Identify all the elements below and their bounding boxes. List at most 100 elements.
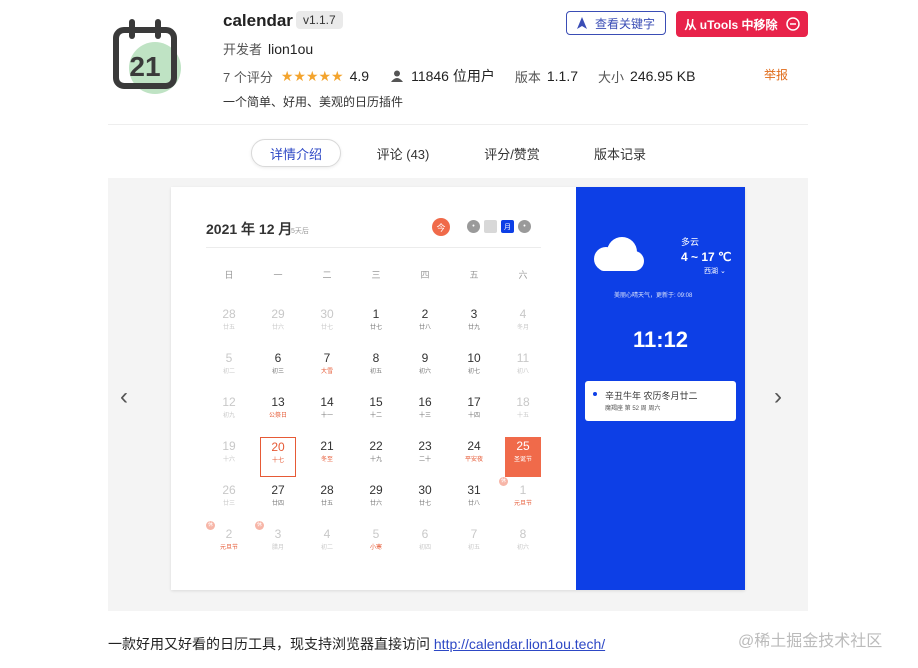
today-button: 今 [432, 218, 450, 236]
lunar-label: 初六 [418, 369, 431, 375]
version-badge: v1.1.7 [296, 11, 343, 29]
tab-details[interactable]: 详情介绍 [251, 139, 341, 167]
day-number: 22 [369, 439, 383, 453]
calendar-day[interactable]: 26 廿三 [211, 481, 247, 521]
lunar-label: 十四 [467, 413, 480, 419]
icon-number: 21 [129, 51, 160, 82]
footer-text: 一款好用又好看的日历工具，现支持浏览器直接访问 [108, 636, 434, 652]
calendar-day[interactable]: 25 圣诞节 [505, 437, 541, 477]
calendar-day[interactable]: 12 初九 [211, 393, 247, 433]
calendar-day[interactable]: 24 平安夜 [456, 437, 492, 477]
weekday-label: 三 [371, 270, 381, 280]
calendar-day[interactable]: 22 十九 [358, 437, 394, 477]
size-value: 246.95 KB [630, 68, 696, 84]
view-keywords-label: 查看关键字 [594, 16, 655, 31]
tab-reviews[interactable]: 评论 (43) [367, 139, 439, 167]
calendar-day[interactable]: 18 十五 [505, 393, 541, 433]
website-link[interactable]: http://calendar.lion1ou.tech/ [434, 636, 605, 652]
calendar-day[interactable]: 21 冬至 [309, 437, 345, 477]
day-number: 26 [222, 483, 236, 497]
view-keywords-button[interactable]: 查看关键字 [566, 11, 666, 35]
lunar-label: 廿三 [222, 501, 235, 507]
calendar-day[interactable]: 20 十七 [260, 437, 296, 477]
calendar-day[interactable]: 7 初五 [456, 525, 492, 565]
weekday-label: 一 [273, 270, 283, 280]
calendar-day[interactable]: 1 元旦节 [505, 481, 541, 521]
calendar-day[interactable]: 13 公祭日 [260, 393, 296, 433]
day-number: 27 [271, 483, 285, 497]
star-rating-icon: ★★★★★ [280, 67, 344, 84]
lunar-label: 初九 [222, 413, 235, 419]
day-number: 4 [323, 527, 331, 541]
calendar-day[interactable]: 11 初八 [505, 349, 541, 389]
user-count: 11846 位用户 [411, 68, 495, 84]
calendar-day[interactable]: 28 廿五 [211, 305, 247, 345]
weekday-label: 四 [420, 270, 430, 280]
day-number: 30 [320, 307, 334, 321]
view-month-label: 月 [501, 220, 514, 233]
chevron-right-icon[interactable]: › [774, 383, 782, 411]
calendar-day[interactable]: 16 十三 [407, 393, 443, 433]
calendar-day[interactable]: 5 小寒 [358, 525, 394, 565]
developer-name[interactable]: lion1ou [268, 41, 313, 57]
day-number: 21 [320, 439, 334, 453]
calendar-day[interactable]: 29 廿六 [358, 481, 394, 521]
calendar-day[interactable]: 14 十一 [309, 393, 345, 433]
day-number: 13 [271, 395, 285, 409]
calendar-day[interactable]: 10 初七 [456, 349, 492, 389]
calendar-day[interactable]: 6 初四 [407, 525, 443, 565]
day-number: 8 [372, 351, 380, 365]
calendar-day[interactable]: 29 廿六 [260, 305, 296, 345]
calendar-day[interactable]: 31 廿八 [456, 481, 492, 521]
calendar-day[interactable]: 1 廿七 [358, 305, 394, 345]
calendar-day[interactable]: 28 廿五 [309, 481, 345, 521]
day-number: 12 [222, 395, 236, 409]
calendar-day[interactable]: 3 廿九 [456, 305, 492, 345]
calendar-day[interactable]: 5 初二 [211, 349, 247, 389]
calendar-day[interactable]: 7 大雪 [309, 349, 345, 389]
lunar-label: 廿七 [320, 325, 333, 331]
divider [108, 124, 808, 125]
calendar-day[interactable]: 6 初三 [260, 349, 296, 389]
rest-day-badge: 休 [255, 521, 264, 530]
day-number: 5 [225, 351, 233, 365]
ratings-count: 7 个评分 [223, 69, 273, 85]
calendar-day[interactable]: 15 十二 [358, 393, 394, 433]
day-number: 16 [418, 395, 432, 409]
remove-label: 从 uTools 中移除 [684, 17, 778, 32]
calendar-day[interactable]: 8 初六 [505, 525, 541, 565]
version-label: 版本 [514, 69, 541, 85]
report-link[interactable]: 举报 [764, 66, 788, 83]
lunar-label: 元旦节 [513, 501, 532, 507]
lunar-label: 初三 [271, 369, 284, 375]
watermark: @稀土掘金技术社区 [738, 633, 883, 650]
chevron-left-icon[interactable]: ‹ [120, 383, 128, 411]
lunar-label: 十五 [516, 413, 529, 419]
remove-plugin-button[interactable]: 从 uTools 中移除 [676, 11, 808, 37]
calendar-day[interactable]: 4 冬月 [505, 305, 541, 345]
calendar-day[interactable]: 30 廿七 [407, 481, 443, 521]
calendar-day[interactable]: 17 十四 [456, 393, 492, 433]
calendar-day[interactable]: 9 初六 [407, 349, 443, 389]
calendar-day[interactable]: 4 初二 [309, 525, 345, 565]
calendar-day[interactable]: 2 廿八 [407, 305, 443, 345]
calendar-day[interactable]: 30 廿七 [309, 305, 345, 345]
calendar-day[interactable]: 8 初五 [358, 349, 394, 389]
lunar-label: 二十 [418, 457, 431, 463]
calendar-day[interactable]: 23 二十 [407, 437, 443, 477]
clock-time: 11:12 [632, 327, 689, 352]
tab-ratings[interactable]: 评分/赞赏 [476, 139, 548, 167]
calendar-day[interactable]: 3 腊月 [260, 525, 296, 565]
day-number: 31 [467, 483, 481, 497]
day-number: 18 [516, 395, 530, 409]
day-number: 28 [222, 307, 236, 321]
lunar-label: 冬至 [320, 457, 333, 463]
version-value: 1.1.7 [546, 68, 579, 84]
calendar-day[interactable]: 2 元旦节 [211, 525, 247, 565]
week-info: 魔羯座 第 52 周 周六 [605, 406, 661, 412]
tab-versions[interactable]: 版本记录 [584, 139, 656, 167]
lunar-label: 冬月 [516, 325, 529, 331]
calendar-day[interactable]: 27 廿四 [260, 481, 296, 521]
weather-update: 美丽心晴天气，更新于: 09:08 [614, 293, 693, 299]
calendar-day[interactable]: 19 十六 [211, 437, 247, 477]
